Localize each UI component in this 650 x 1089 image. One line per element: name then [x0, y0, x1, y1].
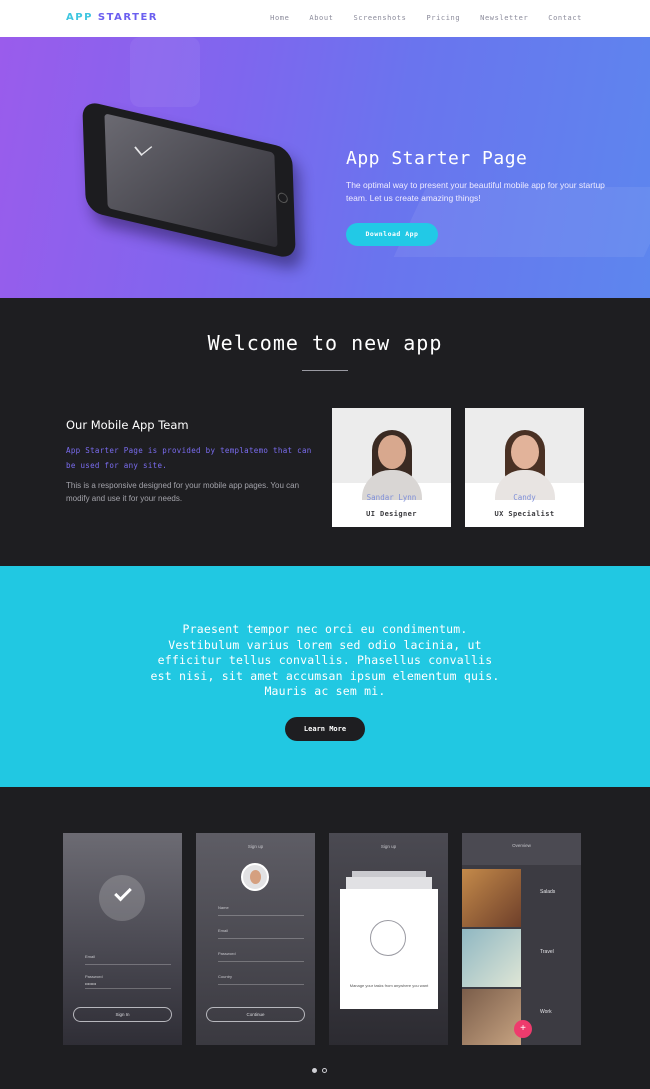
field-line [218, 938, 304, 939]
download-app-button[interactable]: Download App [346, 223, 438, 246]
continue-button: Continue [206, 1007, 305, 1022]
screenshot-sign-up[interactable]: Sign up Name Email Password Country Cont… [196, 833, 315, 1045]
welcome-divider [302, 370, 348, 371]
learn-more-button[interactable]: Learn More [285, 717, 365, 741]
overview-header [462, 833, 581, 865]
category-travel: Travel [540, 949, 554, 955]
field-line [218, 915, 304, 916]
nav-menu: Home About Screenshots Pricing Newslette… [270, 14, 582, 22]
add-fab-icon: + [514, 1020, 532, 1038]
team-title: Our Mobile App Team [66, 418, 189, 432]
signup-title: Sign up [247, 844, 264, 849]
category-salads: Salads [540, 889, 556, 895]
sign-in-button: Sign In [73, 1007, 172, 1022]
phone-screen [104, 113, 278, 248]
nav-item-pricing[interactable]: Pricing [426, 14, 460, 22]
hero-title: App Starter Page [346, 148, 528, 169]
nav-item-newsletter[interactable]: Newsletter [480, 14, 528, 22]
field-line [218, 984, 304, 985]
logo-part-app: APP [66, 12, 93, 23]
hero-phone-image [82, 100, 296, 260]
nav-item-about[interactable]: About [309, 14, 333, 22]
welcome-section: Welcome to new app Our Mobile App Team A… [0, 298, 650, 566]
home-button-icon [277, 191, 288, 205]
screenshot-sign-in[interactable]: Email Password •••••••• Sign In [63, 833, 182, 1045]
hero-bg-mug [130, 37, 200, 107]
quote-text: Praesent tempor nec orci eu condimentum.… [150, 622, 500, 698]
password-label: Password [218, 951, 236, 956]
welcome-title: Welcome to new app [207, 331, 443, 355]
name-label: Name [218, 905, 229, 910]
screenshot-tasks[interactable]: Sign up Manage your tasks from anywhere … [329, 833, 448, 1045]
screenshots-section: Email Password •••••••• Sign In Sign up … [0, 787, 650, 1089]
password-value: •••••••• [85, 981, 97, 986]
team-description: This is a responsive designed for your m… [66, 481, 300, 503]
screenshot-overview[interactable]: Overview Salads Travel Work + [462, 833, 581, 1045]
member-name: Candy [513, 493, 536, 502]
top-navbar: APP STARTER Home About Screenshots Prici… [0, 0, 650, 37]
carousel-dot[interactable] [322, 1068, 327, 1073]
category-work: Work [540, 1009, 552, 1015]
salads-image [462, 869, 521, 927]
logo[interactable]: APP STARTER [66, 12, 158, 23]
team-subtitle: App Starter Page is provided by template… [66, 446, 312, 470]
wifi-icon [370, 920, 406, 956]
carousel-dot-active[interactable] [312, 1068, 317, 1073]
team-card: Sandar Lynn UI Designer [332, 408, 451, 527]
member-role: UI Designer [366, 510, 417, 518]
member-photo [465, 408, 584, 500]
avatar [241, 863, 269, 891]
member-name: Sandar Lynn [366, 493, 417, 502]
member-role: UX Specialist [494, 510, 555, 518]
nav-item-home[interactable]: Home [270, 14, 289, 22]
task-card-text: Manage your tasks from anywhere you want [349, 983, 429, 988]
overview-title: Overview [512, 843, 531, 848]
country-label: Country [218, 974, 233, 979]
logo-part-starter: STARTER [97, 12, 158, 23]
hero-description: The optimal way to present your beautifu… [346, 180, 605, 203]
nav-item-screenshots[interactable]: Screenshots [353, 14, 406, 22]
member-photo [332, 408, 451, 500]
field-line [85, 964, 171, 965]
travel-image [462, 929, 521, 987]
quote-section: Praesent tempor nec orci eu condimentum.… [0, 566, 650, 787]
team-card: Candy UX Specialist [465, 408, 584, 527]
field-line [218, 961, 304, 962]
field-line [85, 988, 171, 989]
hero-section: App Starter Page The optimal way to pres… [0, 37, 650, 298]
email-label: Email [85, 954, 96, 959]
email-label: Email [218, 928, 229, 933]
tasks-title: Sign up [380, 844, 397, 849]
password-label: Password [85, 974, 103, 979]
nav-item-contact[interactable]: Contact [548, 14, 582, 22]
work-image [462, 989, 521, 1045]
carousel-dots [312, 1068, 327, 1073]
